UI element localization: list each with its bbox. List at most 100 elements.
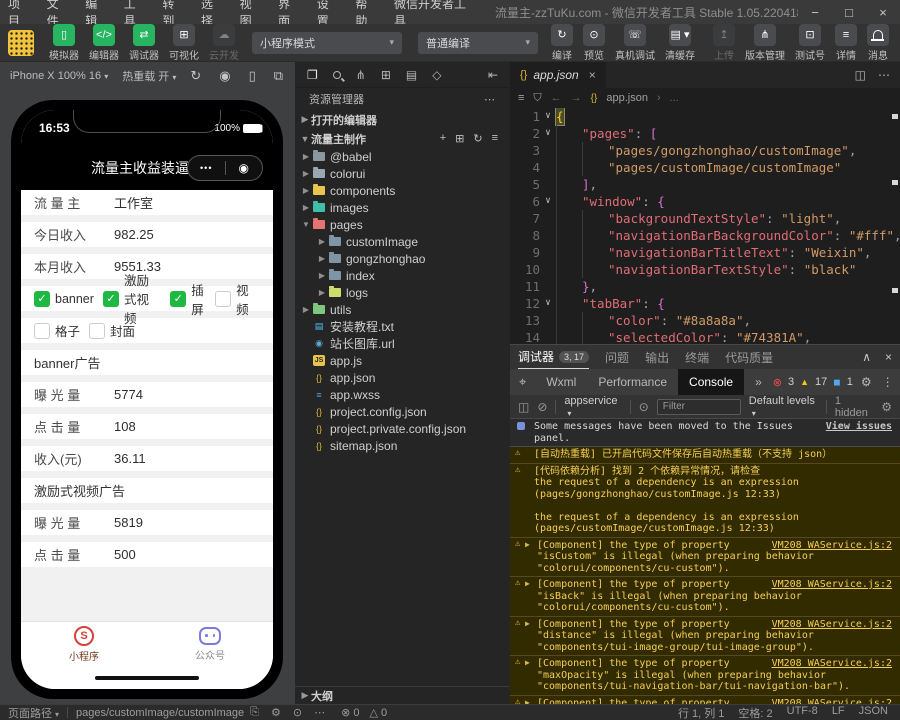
- maximize-icon[interactable]: □: [832, 5, 866, 20]
- more-icon[interactable]: •••: [188, 163, 225, 173]
- checkbox-视频[interactable]: [215, 291, 231, 307]
- checkbox-插屏[interactable]: ✓: [170, 291, 186, 307]
- minimize-icon[interactable]: −: [798, 5, 832, 20]
- console-message[interactable]: ⚠[代码依赖分析] 找到 2 个依赖异常情况，请检查 the request o…: [510, 464, 900, 538]
- more-icon[interactable]: ⋯: [314, 706, 325, 719]
- overflow-tabs-icon[interactable]: »: [744, 369, 773, 395]
- console-message[interactable]: ⚠▶VM208 WAService.js:2[Component] the ty…: [510, 656, 900, 696]
- source-link[interactable]: VM208 WAService.js:2: [772, 579, 892, 591]
- tree-item-components[interactable]: ▶components: [295, 182, 510, 199]
- 模拟器-button[interactable]: ▯模拟器: [49, 24, 79, 62]
- devtools-tab-Performance[interactable]: Performance: [587, 369, 678, 395]
- tree-item-安装教程.txt[interactable]: ▤安装教程.txt: [295, 318, 510, 335]
- preview-status-icon[interactable]: ⊙: [293, 706, 302, 719]
- warning-counter[interactable]: △ 0: [369, 706, 387, 719]
- tree-item-logs[interactable]: ▶logs: [295, 284, 510, 301]
- device-icon[interactable]: ▯: [249, 68, 256, 84]
- device-selector[interactable]: iPhone X 100% 16 ▾: [10, 70, 108, 82]
- split-editor-icon[interactable]: ◫: [855, 68, 866, 82]
- extensions-icon[interactable]: ⊞: [381, 68, 391, 82]
- bookmark-icon[interactable]: ⛉: [533, 92, 541, 105]
- refresh-icon[interactable]: ↻: [473, 132, 482, 145]
- inspect-element-icon[interactable]: ⌖: [510, 369, 535, 395]
- checkbox-激励式视频[interactable]: ✓: [103, 291, 119, 307]
- console-sidebar-icon[interactable]: ◫: [518, 400, 529, 414]
- hot-reload-toggle[interactable]: 热重载 开 ▾: [122, 68, 176, 84]
- collapse-panel-icon[interactable]: ∧: [862, 350, 871, 364]
- files-icon[interactable]: ❐: [307, 68, 318, 82]
- 预览-button[interactable]: ⊙预览: [583, 24, 605, 62]
- context-selector[interactable]: appservice ▾: [564, 395, 622, 419]
- tree-item-站长图库.url[interactable]: ◉站长图库.url: [295, 335, 510, 352]
- copy-icon[interactable]: ⎘: [250, 706, 259, 719]
- panel-tab-代码质量[interactable]: 代码质量: [725, 345, 773, 369]
- source-link[interactable]: VM208 WAService.js:2: [772, 619, 892, 631]
- page-path-selector[interactable]: 页面路径▾: [8, 705, 59, 720]
- expand-chevron-icon[interactable]: ▶: [525, 539, 530, 551]
- devtools-settings-gear-icon[interactable]: ⚙: [861, 375, 872, 389]
- close-tab-icon[interactable]: ×: [589, 68, 596, 82]
- 测试号-button[interactable]: ⊡测试号: [795, 24, 825, 62]
- collapse-sidebar-icon[interactable]: ⇤: [488, 68, 498, 82]
- console-message[interactable]: View issuesSome messages have been moved…: [510, 419, 900, 447]
- tree-item-images[interactable]: ▶images: [295, 199, 510, 216]
- source-link[interactable]: VM208 WAService.js:2: [772, 658, 892, 670]
- 可视化-button[interactable]: ⊞可视化: [169, 24, 199, 62]
- more-actions-icon[interactable]: ⋯: [878, 68, 890, 82]
- source-control-icon[interactable]: ⋔: [356, 68, 366, 82]
- user-avatar[interactable]: [8, 30, 34, 56]
- close-panel-icon[interactable]: ×: [885, 350, 892, 364]
- collapse-all-icon[interactable]: ≡: [492, 132, 498, 145]
- devtools-tab-Wxml[interactable]: Wxml: [535, 369, 587, 395]
- app-box-icon[interactable]: ▤: [406, 68, 417, 82]
- search-icon[interactable]: [333, 71, 341, 79]
- console-message[interactable]: ⚠▶VM208 WAService.js:2[Component] the ty…: [510, 538, 900, 578]
- devtools-tab-Console[interactable]: Console: [678, 369, 744, 395]
- forward-icon[interactable]: →: [571, 92, 582, 104]
- mode-dropdown[interactable]: 小程序模式 ▾: [252, 32, 402, 54]
- tree-item-utils[interactable]: ▶utils: [295, 301, 510, 318]
- new-file-icon[interactable]: +: [440, 132, 446, 145]
- checkbox-banner[interactable]: ✓: [34, 291, 50, 307]
- panel-tab-问题[interactable]: 问题: [605, 345, 629, 369]
- multi-window-icon[interactable]: ⧉: [274, 68, 283, 84]
- tree-item-gongzhonghao[interactable]: ▶gongzhonghao: [295, 250, 510, 267]
- tree-item-pages[interactable]: ▼pages: [295, 216, 510, 233]
- panel-tab-调试器[interactable]: 调试器3, 17: [518, 345, 589, 369]
- console-message[interactable]: ⚠▶VM208 WAService.js:2[Component] the ty…: [510, 696, 900, 705]
- view-issues-link[interactable]: View issues: [826, 421, 892, 433]
- code-editor[interactable]: 1∨{2∨"pages": [3"pages/gongzhonghao/cust…: [510, 108, 900, 344]
- clear-console-icon[interactable]: ⊘: [537, 400, 547, 414]
- tree-item-sitemap.json[interactable]: {}sitemap.json: [295, 437, 510, 454]
- tree-item-index[interactable]: ▶index: [295, 267, 510, 284]
- compile-dropdown[interactable]: 普通编译 ▾: [418, 32, 538, 54]
- checkbox-格子[interactable]: [34, 323, 50, 339]
- tree-item-app.json[interactable]: {}app.json: [295, 369, 510, 386]
- tree-item-colorui[interactable]: ▶colorui: [295, 165, 510, 182]
- 编辑器-button[interactable]: </>编辑器: [89, 24, 119, 62]
- expand-chevron-icon[interactable]: ▶: [525, 657, 530, 669]
- expand-chevron-icon[interactable]: ▶: [525, 578, 530, 590]
- expand-chevron-icon[interactable]: ▶: [525, 618, 530, 630]
- exit-target-icon[interactable]: ◉: [226, 161, 263, 175]
- more-icon[interactable]: ⋯: [484, 93, 496, 106]
- console-filter-input[interactable]: [657, 399, 741, 415]
- widget-icon[interactable]: ◇: [432, 68, 441, 82]
- debug-status-icon[interactable]: ⚙: [271, 706, 281, 719]
- capsule-menu[interactable]: ••• ◉: [187, 155, 263, 181]
- tree-item-app.wxss[interactable]: ≡app.wxss: [295, 386, 510, 403]
- tree-item-project.config.json[interactable]: {}project.config.json: [295, 403, 510, 420]
- tree-item-app.js[interactable]: JSapp.js: [295, 352, 510, 369]
- phone-tab-小程序[interactable]: S小程序: [21, 622, 147, 667]
- expand-chevron-icon[interactable]: ▶: [525, 697, 530, 705]
- console-message[interactable]: ⚠▶VM208 WAService.js:2[Component] the ty…: [510, 617, 900, 657]
- more-options-icon[interactable]: ⋮: [882, 375, 894, 389]
- new-folder-icon[interactable]: ⊞: [455, 132, 464, 145]
- panel-tab-输出[interactable]: 输出: [645, 345, 669, 369]
- log-levels-selector[interactable]: Default levels ▾: [749, 395, 818, 419]
- 清缓存-button[interactable]: ▤ ▾清缓存: [665, 24, 695, 62]
- 详情-button[interactable]: ≡详情: [835, 24, 857, 62]
- panel-tab-终端[interactable]: 终端: [685, 345, 709, 369]
- console-message[interactable]: ⚠▶VM208 WAService.js:2[Component] the ty…: [510, 577, 900, 617]
- tree-item-project.private.config.json[interactable]: {}project.private.config.json: [295, 420, 510, 437]
